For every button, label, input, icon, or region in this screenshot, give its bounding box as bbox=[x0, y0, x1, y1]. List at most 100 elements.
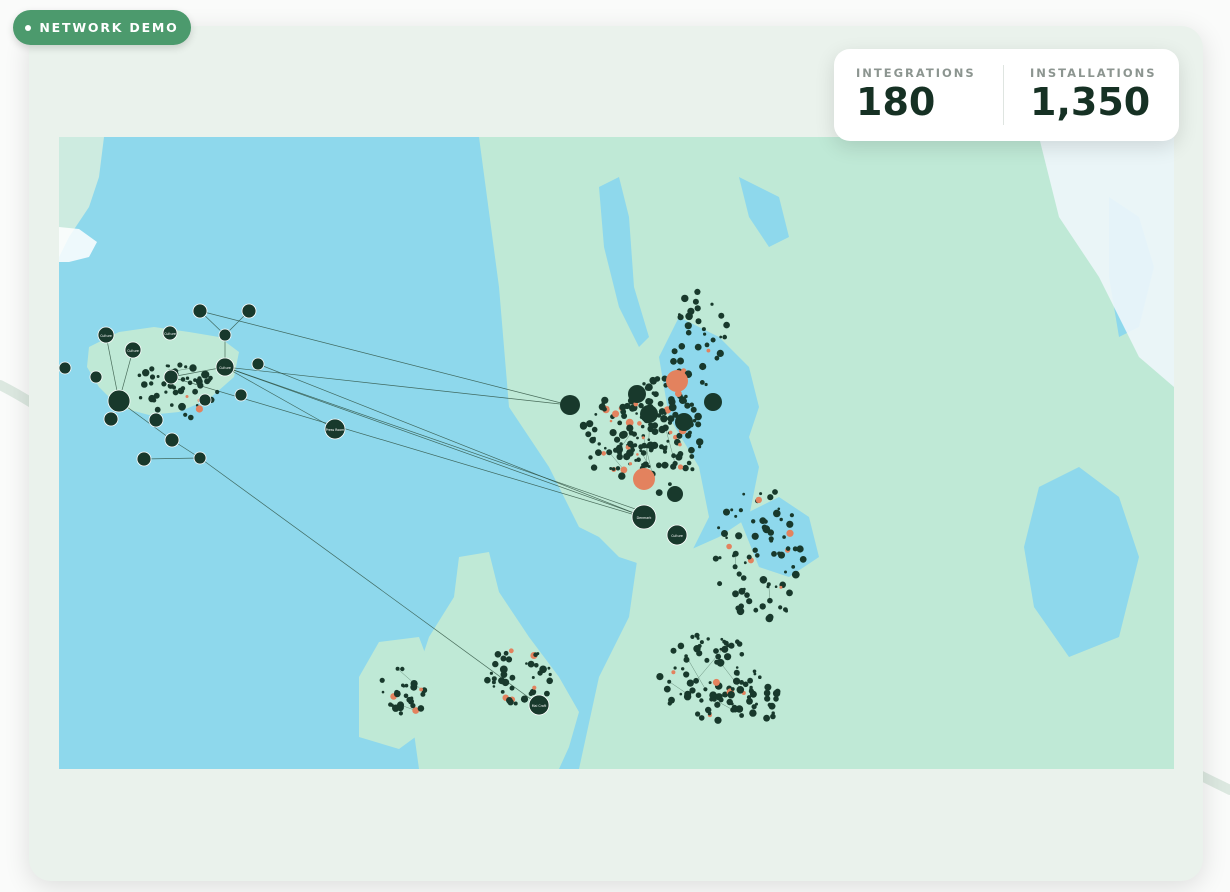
network-node[interactable] bbox=[628, 462, 633, 466]
network-node[interactable] bbox=[704, 382, 708, 387]
network-node[interactable] bbox=[539, 665, 547, 674]
network-node[interactable] bbox=[726, 698, 733, 706]
network-node[interactable] bbox=[701, 327, 706, 332]
integration-hub[interactable] bbox=[192, 303, 208, 319]
network-node[interactable] bbox=[170, 403, 174, 407]
network-node[interactable] bbox=[747, 677, 753, 684]
integration-hub[interactable] bbox=[148, 412, 164, 428]
network-node[interactable] bbox=[689, 687, 696, 694]
network-node[interactable] bbox=[611, 467, 616, 471]
network-node[interactable] bbox=[671, 670, 676, 675]
network-node[interactable] bbox=[663, 685, 671, 693]
network-node[interactable] bbox=[715, 653, 722, 660]
network-node[interactable] bbox=[777, 507, 781, 511]
network-node[interactable] bbox=[751, 519, 756, 524]
network-node[interactable] bbox=[138, 396, 143, 400]
network-node[interactable] bbox=[525, 662, 528, 665]
network-node[interactable] bbox=[717, 581, 723, 587]
network-node[interactable] bbox=[708, 681, 712, 685]
network-node[interactable] bbox=[642, 461, 649, 468]
network-node[interactable] bbox=[742, 492, 746, 496]
network-node[interactable] bbox=[410, 703, 416, 709]
network-node[interactable] bbox=[695, 692, 702, 698]
network-node[interactable] bbox=[579, 422, 588, 430]
network-node[interactable] bbox=[791, 570, 800, 579]
map-canvas[interactable]: Culture Culture Culture Culture Press Room De… bbox=[59, 137, 1174, 769]
network-node[interactable] bbox=[677, 451, 684, 457]
network-node[interactable] bbox=[694, 412, 702, 421]
network-node[interactable] bbox=[654, 376, 661, 382]
network-node[interactable] bbox=[714, 716, 722, 724]
network-node[interactable] bbox=[703, 332, 707, 336]
network-node[interactable] bbox=[667, 415, 675, 423]
network-node[interactable] bbox=[531, 676, 535, 679]
network-node[interactable] bbox=[171, 385, 177, 390]
network-node[interactable] bbox=[671, 348, 678, 355]
network-node[interactable] bbox=[636, 457, 641, 463]
network-node[interactable] bbox=[778, 605, 783, 610]
network-node[interactable] bbox=[636, 436, 639, 440]
network-node[interactable] bbox=[615, 466, 621, 471]
network-node[interactable] bbox=[185, 395, 189, 398]
network-node[interactable] bbox=[686, 460, 692, 466]
network-node[interactable] bbox=[394, 689, 400, 695]
network-node[interactable] bbox=[620, 466, 628, 474]
network-node[interactable] bbox=[689, 454, 695, 459]
network-node[interactable] bbox=[786, 589, 793, 597]
network-node[interactable] bbox=[683, 656, 690, 663]
network-node[interactable] bbox=[694, 305, 701, 312]
network-node[interactable] bbox=[791, 565, 796, 569]
network-node[interactable] bbox=[693, 677, 699, 684]
network-node[interactable] bbox=[500, 655, 507, 662]
network-node[interactable] bbox=[767, 597, 773, 604]
network-node[interactable] bbox=[731, 704, 738, 711]
network-node[interactable] bbox=[492, 660, 499, 668]
network-node[interactable] bbox=[645, 384, 650, 389]
network-node[interactable] bbox=[544, 690, 550, 697]
network-node[interactable] bbox=[668, 482, 672, 486]
network-node[interactable] bbox=[712, 678, 720, 686]
network-node[interactable] bbox=[185, 376, 190, 380]
network-node[interactable] bbox=[694, 343, 702, 351]
network-node[interactable] bbox=[771, 551, 777, 557]
network-node[interactable] bbox=[779, 585, 783, 589]
network-node[interactable] bbox=[528, 691, 534, 697]
network-node[interactable] bbox=[666, 439, 670, 443]
network-node[interactable] bbox=[671, 453, 676, 459]
network-node[interactable] bbox=[723, 508, 730, 516]
network-node[interactable] bbox=[513, 701, 518, 706]
network-node[interactable] bbox=[548, 672, 552, 677]
integration-hub[interactable] bbox=[251, 357, 265, 371]
network-node[interactable] bbox=[753, 672, 757, 676]
network-node[interactable] bbox=[759, 517, 767, 524]
network-node[interactable] bbox=[653, 391, 659, 398]
network-node[interactable] bbox=[601, 451, 606, 456]
network-node[interactable] bbox=[721, 530, 728, 537]
network-node[interactable] bbox=[686, 679, 694, 687]
network-node[interactable] bbox=[667, 679, 672, 684]
network-node[interactable] bbox=[660, 415, 668, 423]
network-node[interactable] bbox=[722, 334, 727, 340]
network-node[interactable] bbox=[403, 693, 409, 699]
network-node[interactable] bbox=[381, 690, 385, 694]
network-node[interactable] bbox=[704, 657, 710, 663]
network-node[interactable] bbox=[534, 663, 539, 668]
network-node[interactable] bbox=[533, 652, 538, 657]
network-node[interactable] bbox=[752, 669, 757, 674]
network-node[interactable] bbox=[642, 382, 646, 386]
network-node[interactable] bbox=[614, 436, 621, 443]
network-map[interactable]: Culture Culture Culture Culture Press Room De… bbox=[59, 137, 1174, 769]
network-node[interactable] bbox=[735, 532, 743, 540]
network-node[interactable] bbox=[658, 425, 666, 434]
network-node[interactable] bbox=[690, 467, 695, 472]
network-node[interactable] bbox=[759, 492, 763, 496]
network-node[interactable] bbox=[613, 447, 618, 453]
network-node[interactable] bbox=[667, 701, 672, 706]
network-node[interactable] bbox=[766, 613, 774, 621]
network-node[interactable] bbox=[606, 449, 613, 456]
network-node[interactable] bbox=[687, 307, 695, 315]
network-node[interactable] bbox=[736, 641, 743, 647]
network-node[interactable] bbox=[588, 455, 593, 460]
integration-hub[interactable] bbox=[704, 393, 722, 411]
network-node[interactable] bbox=[636, 453, 639, 456]
